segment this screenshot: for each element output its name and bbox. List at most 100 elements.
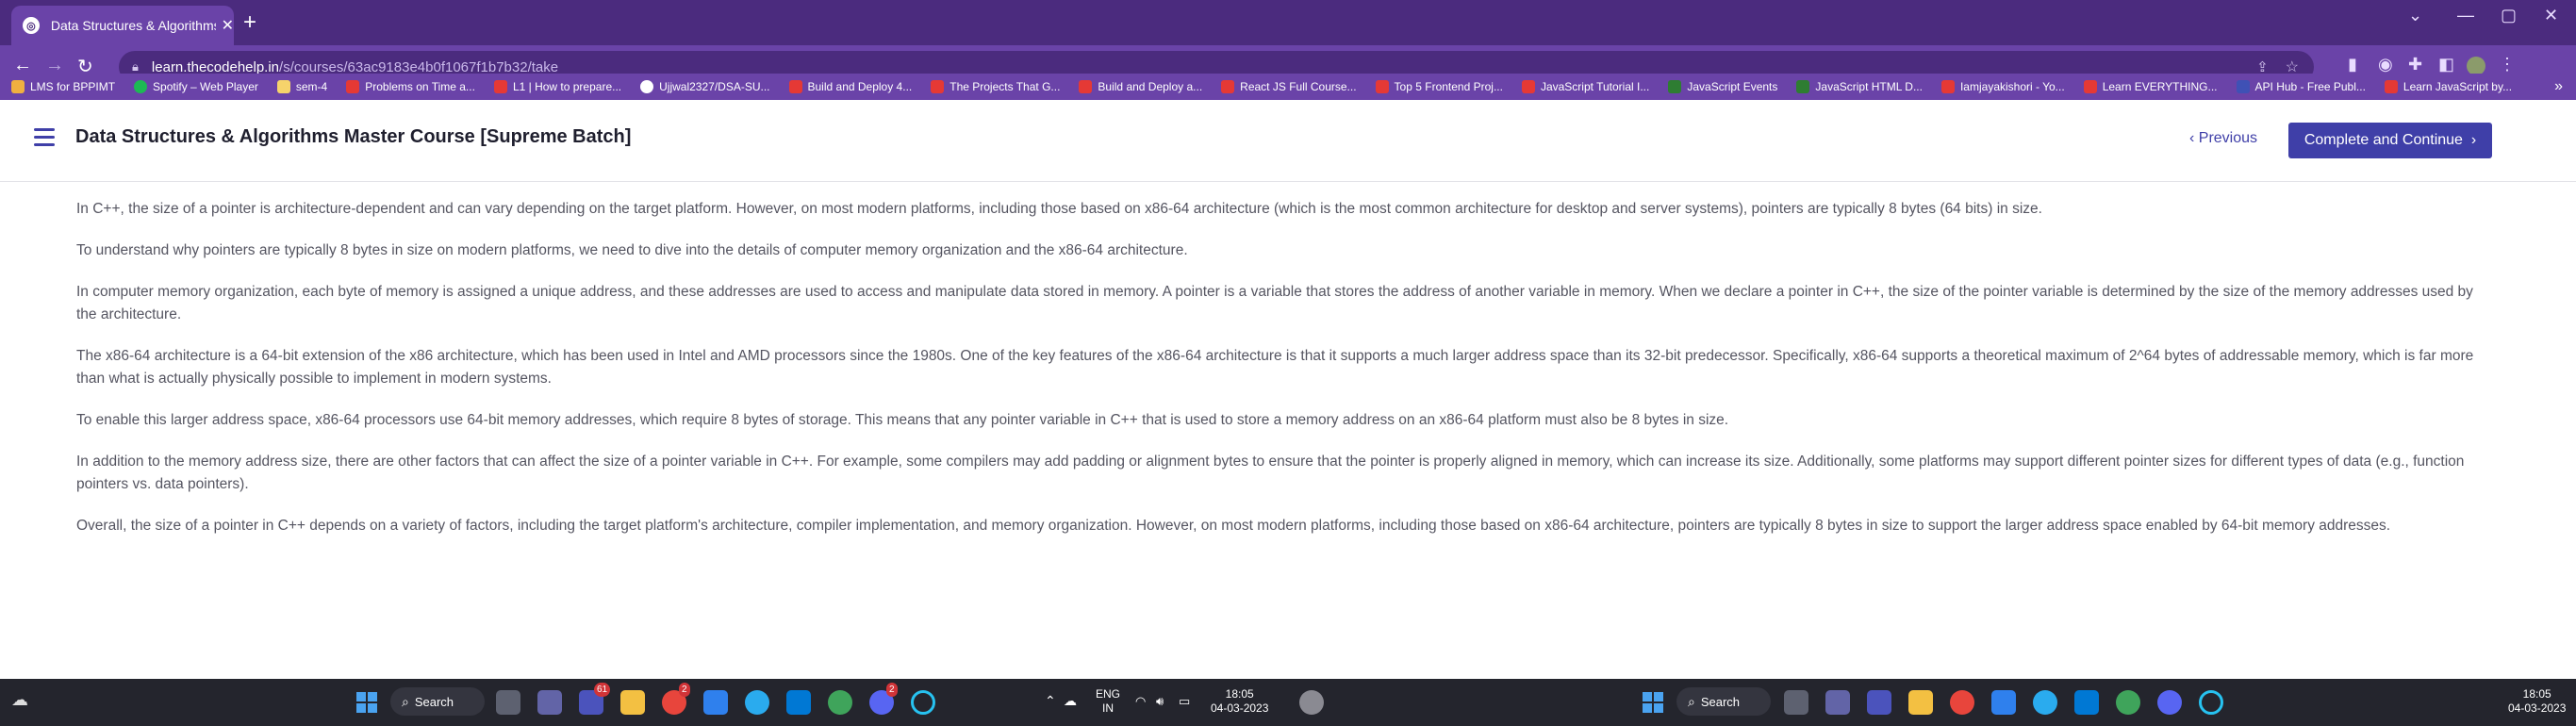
bookmark-item[interactable]: L1 | How to prepare... bbox=[493, 80, 621, 93]
chevron-left-icon: ‹ bbox=[2189, 130, 2199, 146]
teams-chat-icon[interactable] bbox=[537, 690, 562, 715]
close-tab-icon[interactable]: ✕ bbox=[222, 16, 234, 35]
teams-icon[interactable] bbox=[1867, 690, 1891, 715]
api-hub-icon bbox=[2236, 80, 2250, 93]
youtube-icon bbox=[1375, 80, 1389, 93]
cortana-icon[interactable] bbox=[2199, 690, 2223, 715]
spotify-icon bbox=[134, 80, 148, 93]
complete-and-continue-button[interactable]: Complete and Continue › bbox=[2288, 123, 2492, 158]
vscode-icon[interactable] bbox=[703, 690, 728, 715]
chevron-right-icon: › bbox=[2462, 132, 2477, 148]
cortana-icon[interactable] bbox=[911, 690, 935, 715]
bookmark-item[interactable]: LMS for BPPIMT bbox=[11, 80, 115, 93]
search-icon: ⌕ bbox=[402, 693, 409, 709]
mail-icon[interactable] bbox=[786, 690, 811, 715]
task-view-icon[interactable] bbox=[496, 690, 520, 715]
youtube-icon bbox=[346, 80, 360, 93]
windows-start-icon[interactable] bbox=[1643, 692, 1663, 713]
lesson-paragraph: In computer memory organization, each by… bbox=[76, 284, 2473, 322]
bookmark-favicon-icon bbox=[11, 80, 25, 93]
bookmark-item[interactable]: JavaScript Events bbox=[1668, 80, 1777, 93]
youtube-icon bbox=[1221, 80, 1235, 93]
bookmark-item[interactable]: Spotify – Web Player bbox=[134, 80, 258, 93]
notification-badge: 61 bbox=[594, 683, 611, 697]
discord-icon[interactable] bbox=[2157, 690, 2182, 715]
w3schools-icon bbox=[1668, 80, 1682, 93]
spotify-icon[interactable] bbox=[2116, 690, 2140, 715]
youtube-icon bbox=[931, 80, 945, 93]
youtube-icon bbox=[493, 80, 507, 93]
cloud-icon[interactable]: ☁ bbox=[1064, 694, 1077, 708]
previous-button[interactable]: ‹ Previous bbox=[2189, 130, 2257, 147]
bookmark-item[interactable]: Build and Deploy 4... bbox=[788, 80, 912, 93]
clock[interactable]: 18:05 04-03-2023 bbox=[2508, 687, 2566, 716]
weather-icon[interactable]: ☁ bbox=[11, 690, 36, 715]
windows-taskbar: ☁ ⌕ Search 61 2 2 ⌃ ☁ ENG IN ◠ 🔊︎ ▭ 18:05… bbox=[0, 679, 2576, 726]
notification-badge: 2 bbox=[679, 683, 690, 697]
youtube-icon bbox=[2083, 80, 2097, 93]
bookmarks-bar: LMS for BPPIMT Spotify – Web Player sem-… bbox=[0, 74, 2576, 100]
browser-tab[interactable]: ◎ Data Structures & Algorithms Ma ✕ bbox=[11, 6, 234, 45]
volume-icon[interactable]: 🔊︎ bbox=[1156, 694, 1164, 708]
page-title: Data Structures & Algorithms Master Cour… bbox=[75, 126, 632, 147]
task-view-icon[interactable] bbox=[1784, 690, 1808, 715]
mail-icon[interactable] bbox=[2074, 690, 2099, 715]
telegram-icon[interactable] bbox=[745, 690, 769, 715]
battery-icon[interactable]: ▭ bbox=[1179, 694, 1190, 708]
bookmark-item[interactable]: sem-4 bbox=[276, 80, 327, 93]
menu-icon[interactable] bbox=[34, 128, 55, 151]
bookmark-item[interactable]: JavaScript HTML D... bbox=[1796, 80, 1923, 93]
lesson-paragraph: To enable this larger address space, x86… bbox=[76, 412, 1729, 428]
bookmark-item[interactable]: Top 5 Frontend Proj... bbox=[1375, 80, 1503, 93]
bookmark-item[interactable]: Problems on Time a... bbox=[346, 80, 475, 93]
bookmark-item[interactable]: React JS Full Course... bbox=[1221, 80, 1357, 93]
language-indicator[interactable]: ENG IN bbox=[1096, 687, 1120, 716]
chevron-up-icon[interactable]: ⌃ bbox=[1045, 694, 1056, 708]
bookmark-item[interactable]: Build and Deploy a... bbox=[1079, 80, 1202, 93]
site-favicon-icon: ◎ bbox=[23, 17, 40, 34]
minimize-icon[interactable]: — bbox=[2457, 6, 2474, 25]
file-explorer-icon[interactable] bbox=[620, 690, 645, 715]
extension-icon[interactable]: ▮ bbox=[2348, 55, 2357, 74]
maximize-icon[interactable]: ▢ bbox=[2501, 6, 2517, 25]
taskbar-search[interactable]: ⌕ Search bbox=[390, 687, 485, 716]
youtube-icon bbox=[1521, 80, 1535, 93]
profile-avatar[interactable] bbox=[2467, 57, 2485, 75]
notifications-icon[interactable] bbox=[1299, 690, 1324, 715]
extensions-puzzle-icon[interactable]: ✚ bbox=[2408, 55, 2422, 74]
menu-kebab-icon[interactable]: ⋮ bbox=[2499, 55, 2516, 74]
w3schools-icon bbox=[1796, 80, 1810, 93]
file-explorer-icon[interactable] bbox=[1908, 690, 1933, 715]
bookmark-item[interactable]: API Hub - Free Publ... bbox=[2236, 80, 2366, 93]
course-header: Data Structures & Algorithms Master Cour… bbox=[0, 100, 2576, 182]
lesson-paragraph: In addition to the memory address size, … bbox=[76, 454, 2465, 492]
taskbar-search[interactable]: ⌕ Search bbox=[1676, 687, 1771, 716]
lesson-paragraph: The x86-64 architecture is a 64-bit exte… bbox=[76, 348, 2474, 387]
spotify-icon[interactable] bbox=[828, 690, 852, 715]
lesson-content: In C++, the size of a pointer is archite… bbox=[76, 198, 2490, 556]
bookmarks-overflow-icon[interactable]: » bbox=[2554, 78, 2563, 95]
lesson-paragraph: To understand why pointers are typically… bbox=[76, 242, 1188, 258]
wifi-icon[interactable]: ◠ bbox=[1135, 694, 1146, 708]
bookmark-item[interactable]: Learn JavaScript by... bbox=[2384, 80, 2512, 93]
bookmark-item[interactable]: JavaScript Tutorial I... bbox=[1521, 80, 1649, 93]
bookmark-item[interactable]: The Projects That G... bbox=[931, 80, 1060, 93]
url-host: learn.thecodehelp.in bbox=[151, 58, 280, 75]
new-tab-icon[interactable]: + bbox=[243, 9, 256, 36]
clock[interactable]: 18:05 04-03-2023 bbox=[1211, 687, 1268, 716]
side-panel-icon[interactable]: ◧ bbox=[2438, 55, 2454, 74]
bookmark-item[interactable]: Learn EVERYTHING... bbox=[2083, 80, 2218, 93]
vscode-icon[interactable] bbox=[1991, 690, 2016, 715]
close-window-icon[interactable]: ✕ bbox=[2544, 6, 2558, 25]
chrome-icon[interactable] bbox=[1950, 690, 1974, 715]
bookmark-item[interactable]: Iamjayakishori - Yo... bbox=[1940, 80, 2065, 93]
windows-start-icon[interactable] bbox=[356, 692, 377, 713]
bookmark-item[interactable]: Ujjwal2327/DSA-SU... bbox=[640, 80, 770, 93]
telegram-icon[interactable] bbox=[2033, 690, 2057, 715]
lesson-paragraph: In C++, the size of a pointer is archite… bbox=[76, 201, 2042, 217]
youtube-icon bbox=[2384, 80, 2398, 93]
tab-search-icon[interactable]: ⌄ bbox=[2408, 6, 2422, 25]
teams-chat-icon[interactable] bbox=[1825, 690, 1850, 715]
google-lens-icon[interactable]: ◉ bbox=[2378, 55, 2393, 74]
lock-icon: 🔒︎ bbox=[132, 59, 139, 74]
